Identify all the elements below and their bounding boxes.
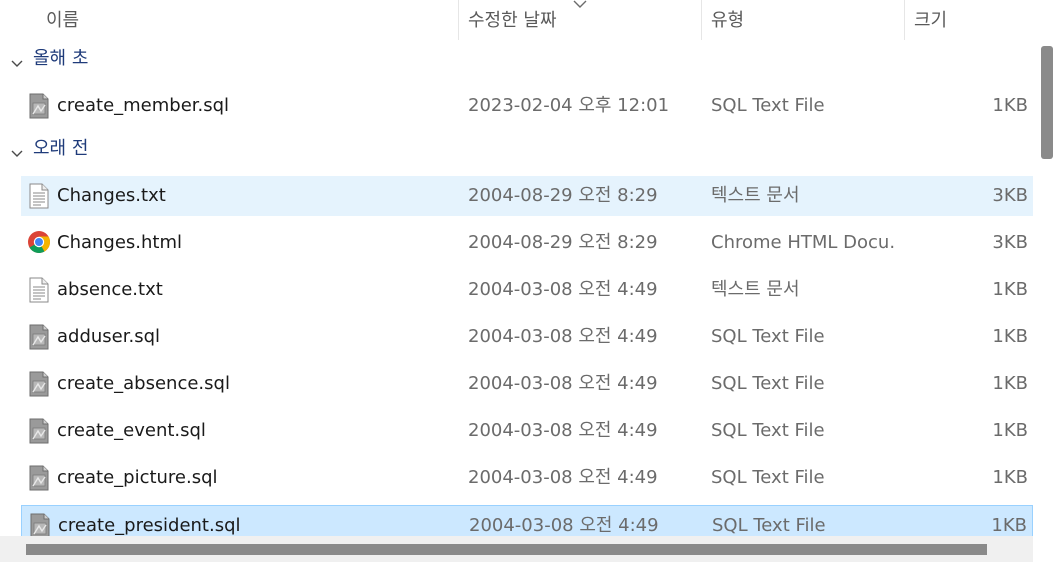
column-header-name-label: 이름 — [46, 10, 80, 31]
scrollbar-corner — [1033, 536, 1059, 562]
file-date: 2004-08-29 오전 8:29 — [468, 232, 658, 253]
chevron-down-icon[interactable] — [10, 143, 24, 157]
file-size: 1KB — [992, 326, 1028, 347]
file-row[interactable]: adduser.sql 2004-03-08 오전 4:49 SQL Text Fi… — [21, 317, 1033, 357]
file-date: 2004-03-08 오전 4:49 — [468, 373, 658, 394]
file-size: 3KB — [992, 185, 1028, 206]
file-row[interactable]: create_absence.sql 2004-03-08 오전 4:49 SQL … — [21, 364, 1033, 404]
vertical-scrollbar-thumb[interactable] — [1041, 46, 1053, 159]
column-header-size[interactable]: 크기 — [905, 0, 1033, 40]
file-row[interactable]: create_picture.sql 2004-03-08 오전 4:49 SQL … — [21, 458, 1033, 498]
file-type: 텍스트 문서 — [711, 185, 800, 206]
sql-file-icon — [27, 371, 51, 397]
file-date: 2004-03-08 오전 4:49 — [468, 467, 658, 488]
file-size: 1KB — [992, 373, 1028, 394]
file-date: 2004-08-29 오전 8:29 — [468, 185, 658, 206]
file-size: 3KB — [992, 232, 1028, 253]
file-type: 텍스트 문서 — [711, 279, 800, 300]
file-row[interactable]: Changes.html 2004-08-29 오전 8:29 Chrome HTM… — [21, 223, 1033, 263]
file-name: create_absence.sql — [57, 373, 230, 394]
file-name: Changes.html — [57, 232, 183, 253]
file-name: create_event.sql — [57, 420, 206, 441]
group-header[interactable]: 올해 초 — [0, 40, 1033, 78]
file-row[interactable]: Changes.txt 2004-08-29 오전 8:29 텍스트 문서 3KB — [21, 176, 1033, 216]
column-header-name[interactable]: 이름 — [0, 0, 459, 40]
chevron-down-icon[interactable] — [10, 53, 24, 67]
file-date: 2004-03-08 오전 4:49 — [468, 279, 658, 300]
file-name: absence.txt — [57, 279, 163, 300]
file-row[interactable]: absence.txt 2004-03-08 오전 4:49 텍스트 문서 1KB — [21, 270, 1033, 310]
column-header-type-label: 유형 — [711, 10, 745, 31]
file-type: SQL Text File — [711, 326, 825, 347]
sql-file-icon — [27, 324, 51, 350]
column-header-type[interactable]: 유형 — [702, 0, 905, 40]
horizontal-scrollbar-thumb[interactable] — [26, 544, 987, 555]
text-file-icon — [27, 277, 51, 303]
file-type: SQL Text File — [711, 467, 825, 488]
file-type: Chrome HTML Docu... — [711, 232, 896, 253]
file-date: 2004-03-08 오전 4:49 — [468, 326, 658, 347]
file-size: 1KB — [992, 467, 1028, 488]
file-type: SQL Text File — [711, 420, 825, 441]
column-header-modified-label: 수정한 날짜 — [468, 10, 557, 31]
file-size: 1KB — [992, 95, 1028, 116]
file-row[interactable]: create_event.sql 2004-03-08 오전 4:49 SQL Te… — [21, 411, 1033, 451]
file-date: 2004-03-08 오전 4:49 — [468, 420, 658, 441]
sql-file-icon — [27, 418, 51, 444]
column-header-size-label: 크기 — [914, 10, 948, 31]
file-name: create_member.sql — [57, 95, 230, 116]
file-type: SQL Text File — [711, 95, 825, 116]
group-label: 올해 초 — [33, 48, 89, 69]
group-label: 오래 전 — [33, 138, 89, 159]
file-size: 1KB — [992, 279, 1028, 300]
file-name: create_picture.sql — [57, 467, 218, 488]
file-size: 1KB — [992, 420, 1028, 441]
group-header[interactable]: 오래 전 — [0, 130, 1033, 168]
file-row[interactable]: create_member.sql 2023-02-04 오후 12:01 SQL … — [21, 86, 1033, 126]
sql-file-icon — [27, 465, 51, 491]
file-type: SQL Text File — [711, 373, 825, 394]
file-name: adduser.sql — [57, 326, 161, 347]
file-date: 2023-02-04 오후 12:01 — [468, 95, 670, 116]
sort-chevron-down-icon — [573, 0, 587, 8]
file-name: Changes.txt — [57, 185, 166, 206]
text-file-icon — [27, 183, 51, 209]
column-header: 이름 수정한 날짜 유형 크기 — [0, 0, 1033, 40]
sql-file-icon — [27, 93, 51, 119]
chrome-icon — [27, 230, 51, 256]
